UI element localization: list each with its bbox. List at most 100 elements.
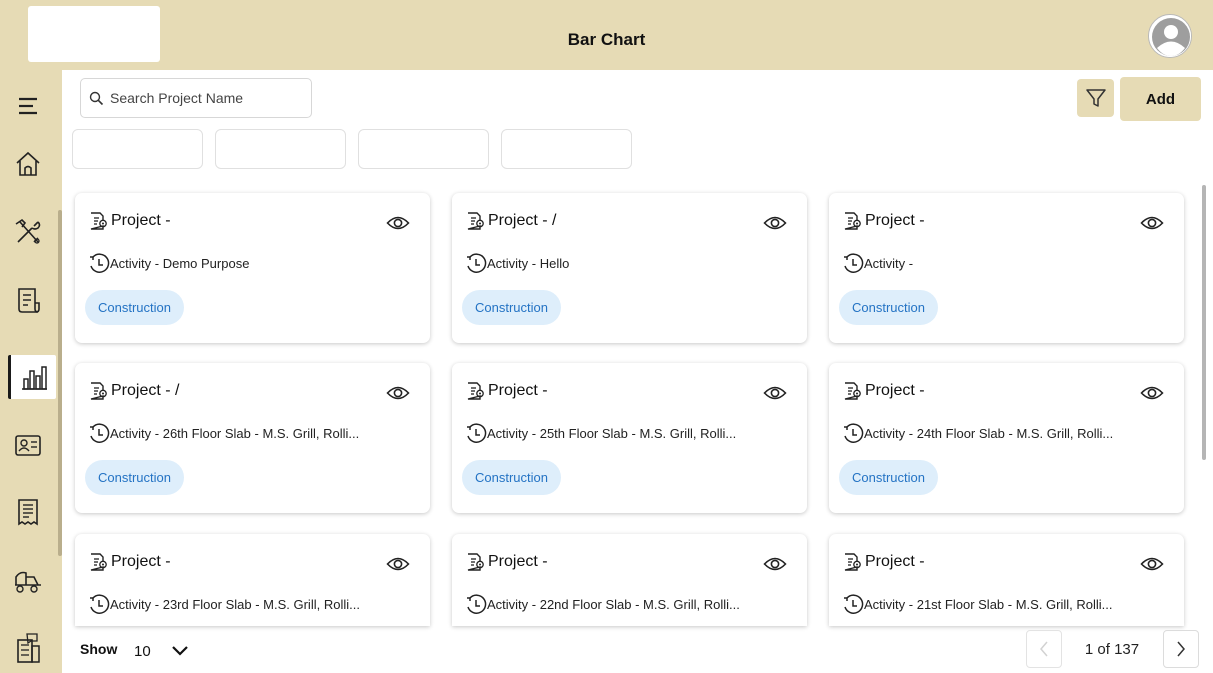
project-document-icon — [465, 211, 485, 236]
project-name: Project - / — [488, 212, 557, 229]
project-name: Project - — [865, 382, 925, 399]
project-card[interactable]: Project - Activity - 23rd Floor Slab - M.… — [75, 534, 430, 626]
receipt-icon — [18, 499, 38, 526]
project-name: Project - / — [111, 382, 180, 399]
page-size-select[interactable]: 10 — [124, 635, 198, 667]
tools-icon — [15, 218, 41, 244]
filter-chip[interactable] — [501, 129, 632, 169]
category-badge: Construction — [839, 460, 938, 495]
activity-name: Activity - 22nd Floor Slab - M.S. Grill,… — [487, 597, 740, 612]
sidebar-item-home[interactable] — [6, 142, 50, 186]
project-name: Project - — [488, 553, 548, 570]
activity-history-icon — [88, 423, 110, 450]
chevron-down-icon — [171, 646, 188, 656]
view-eye-icon[interactable] — [1140, 385, 1164, 406]
chevron-left-icon — [1040, 641, 1048, 657]
activity-name: Activity - 21st Floor Slab - M.S. Grill,… — [864, 597, 1113, 612]
sidebar — [0, 70, 62, 673]
filter-chip[interactable] — [72, 129, 203, 169]
category-badge: Construction — [462, 290, 561, 325]
page-size-value: 10 — [134, 642, 151, 660]
activity-name: Activity - 26th Floor Slab - M.S. Grill,… — [110, 426, 360, 441]
sidebar-item-menu[interactable] — [6, 84, 50, 128]
project-card[interactable]: Project - Activity - 21st Floor Slab - M.… — [829, 534, 1184, 626]
activity-history-icon — [842, 423, 864, 450]
project-document-icon — [88, 211, 108, 236]
filter-button[interactable] — [1077, 79, 1114, 117]
category-badge: Construction — [462, 460, 561, 495]
project-name: Project - — [865, 212, 925, 229]
home-icon — [16, 151, 40, 176]
view-eye-icon[interactable] — [763, 385, 787, 406]
chevron-right-icon — [1177, 641, 1185, 657]
search-icon — [89, 91, 104, 105]
prev-page-button[interactable] — [1026, 630, 1062, 668]
activity-name: Activity - — [864, 256, 914, 271]
activity-name: Activity - Hello — [487, 256, 570, 271]
filter-chip[interactable] — [215, 129, 346, 169]
sidebar-item-buildings[interactable] — [6, 626, 50, 670]
project-document-icon — [842, 211, 862, 236]
page-indicator: 1 of 137 — [1084, 641, 1140, 658]
activity-name: Activity - 23rd Floor Slab - M.S. Grill,… — [110, 597, 360, 612]
search-box[interactable] — [80, 78, 312, 118]
bar-chart-icon — [21, 366, 47, 390]
view-eye-icon[interactable] — [1140, 215, 1164, 236]
project-card[interactable]: Project - Activity - 22nd Floor Slab - M.… — [452, 534, 807, 626]
sidebar-item-bar-chart[interactable] — [8, 355, 56, 399]
filter-chip[interactable] — [358, 129, 489, 169]
view-eye-icon[interactable] — [386, 556, 410, 577]
project-card[interactable]: Project - / Activity - Hello Construction — [452, 193, 807, 343]
view-eye-icon[interactable] — [763, 215, 787, 236]
project-name: Project - — [111, 212, 171, 229]
activity-name: Activity - Demo Purpose — [110, 256, 250, 271]
activity-history-icon — [88, 253, 110, 280]
sidebar-item-invoices[interactable] — [6, 490, 50, 534]
top-bar: Bar Chart — [0, 0, 1213, 70]
project-card[interactable]: Project - / Activity - 26th Floor Slab - … — [75, 363, 430, 513]
project-name: Project - — [111, 553, 171, 570]
content-scrollbar[interactable] — [1202, 185, 1206, 460]
sidebar-item-reports[interactable] — [6, 278, 50, 322]
filter-icon — [1085, 89, 1106, 107]
sidebar-scrollbar[interactable] — [58, 210, 62, 556]
category-badge: Construction — [85, 460, 184, 495]
view-eye-icon[interactable] — [763, 556, 787, 577]
activity-name: Activity - 24th Floor Slab - M.S. Grill,… — [864, 426, 1114, 441]
sidebar-item-machinery[interactable] — [6, 558, 50, 602]
category-badge: Construction — [85, 290, 184, 325]
sidebar-item-tools[interactable] — [6, 210, 50, 254]
menu-icon — [19, 97, 37, 115]
project-document-icon — [842, 381, 862, 406]
activity-history-icon — [465, 423, 487, 450]
activity-history-icon — [465, 594, 487, 621]
sidebar-item-contacts[interactable] — [6, 423, 50, 467]
project-document-icon — [88, 552, 108, 577]
activity-name: Activity - 25th Floor Slab - M.S. Grill,… — [487, 426, 737, 441]
project-document-icon — [88, 381, 108, 406]
activity-history-icon — [842, 594, 864, 621]
activity-history-icon — [842, 253, 864, 280]
show-label: Show — [80, 641, 118, 657]
activity-history-icon — [88, 594, 110, 621]
project-document-icon — [465, 381, 485, 406]
building-icon — [17, 633, 40, 663]
next-page-button[interactable] — [1163, 630, 1199, 668]
project-card[interactable]: Project - Activity - Construction — [829, 193, 1184, 343]
view-eye-icon[interactable] — [386, 385, 410, 406]
machinery-icon — [15, 571, 41, 593]
add-button[interactable]: Add — [1120, 77, 1201, 121]
user-icon — [1149, 15, 1191, 57]
project-document-icon — [842, 552, 862, 577]
view-eye-icon[interactable] — [1140, 556, 1164, 577]
project-card[interactable]: Project - Activity - 25th Floor Slab - M.… — [452, 363, 807, 513]
page-title: Bar Chart — [567, 30, 646, 49]
project-document-icon — [465, 552, 485, 577]
project-card[interactable]: Project - Activity - 24th Floor Slab - M.… — [829, 363, 1184, 513]
search-input[interactable] — [110, 90, 305, 106]
project-card[interactable]: Project - Activity - Demo Purpose Construc… — [75, 193, 430, 343]
activity-history-icon — [465, 253, 487, 280]
view-eye-icon[interactable] — [386, 215, 410, 236]
report-icon — [18, 288, 40, 313]
avatar[interactable] — [1148, 14, 1192, 58]
